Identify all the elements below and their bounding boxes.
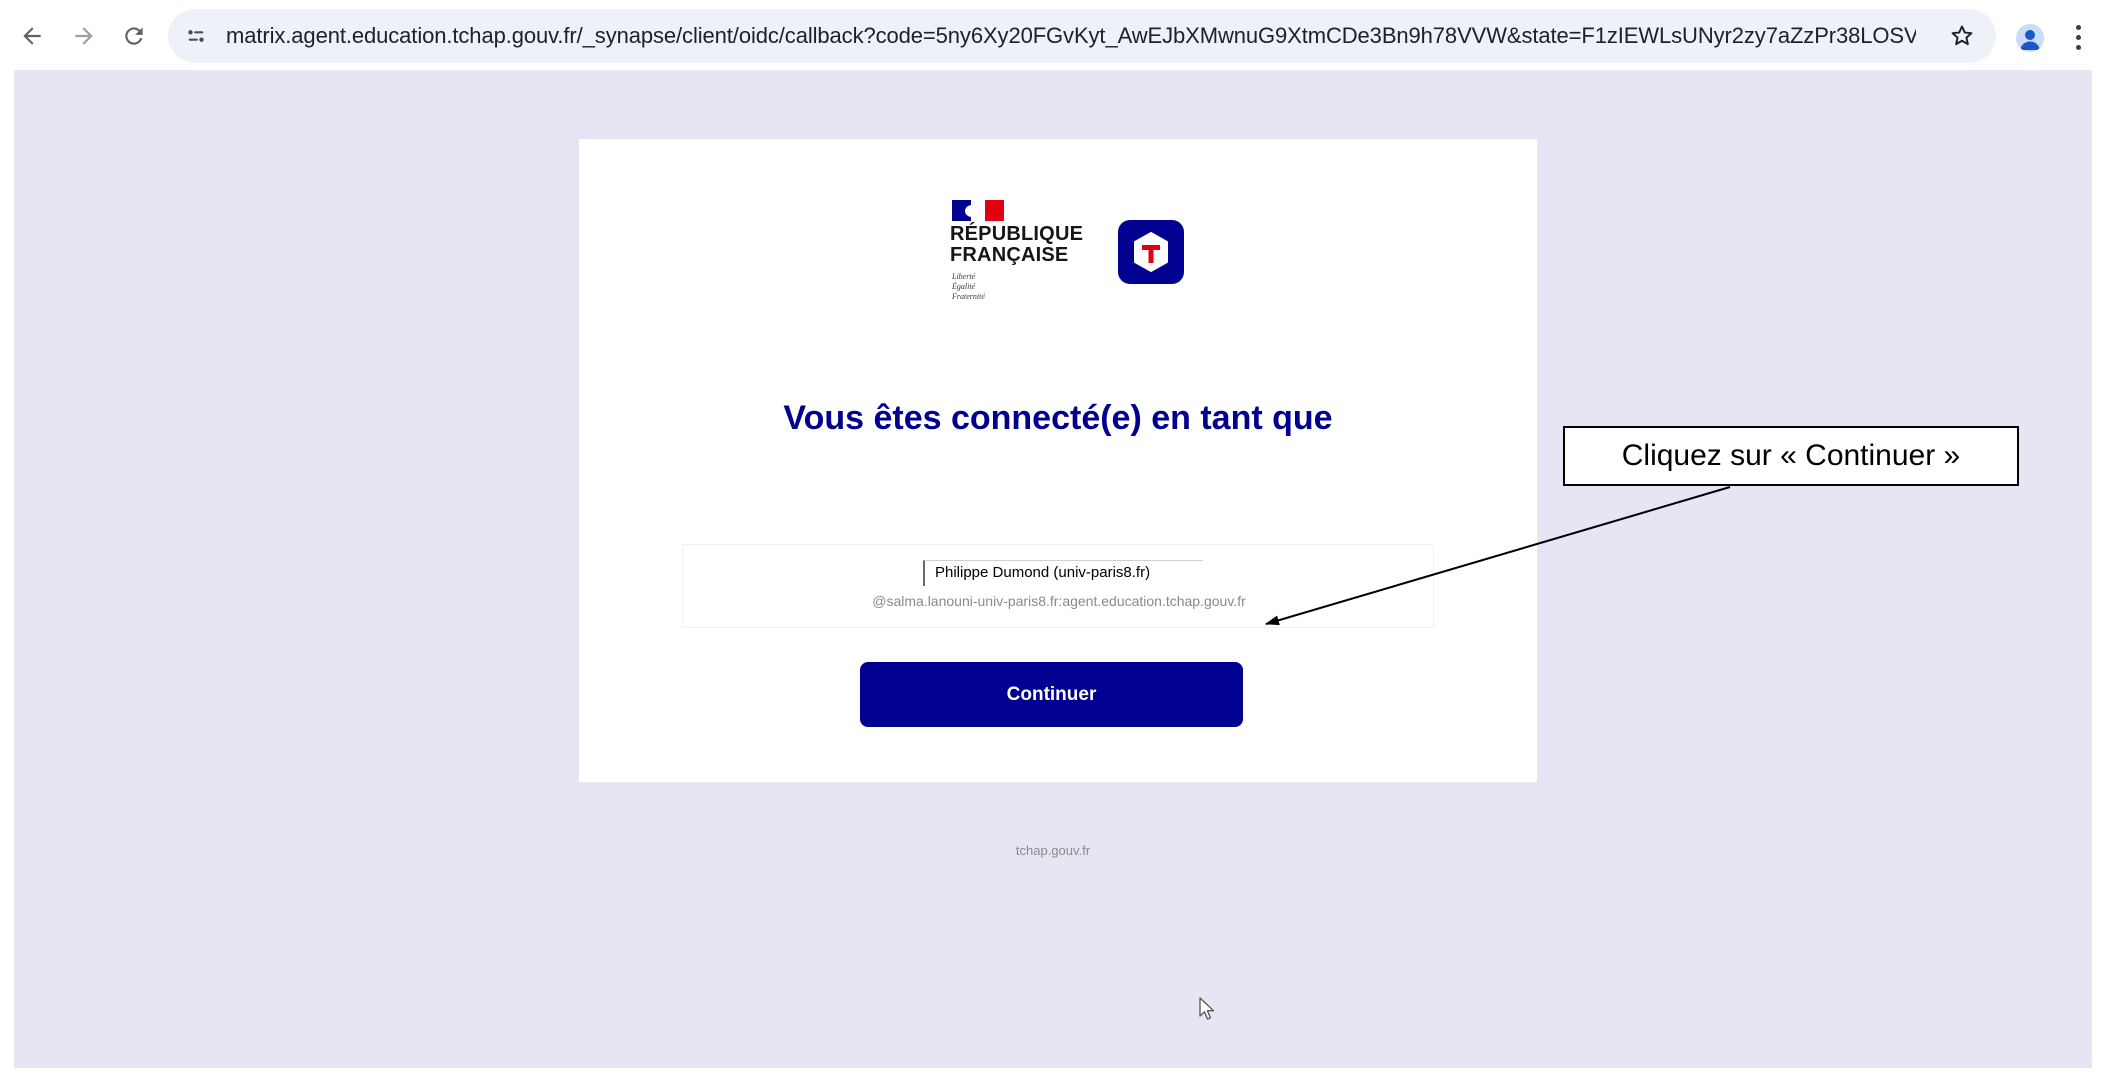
- logo-title-line2: FRANÇAISE: [950, 244, 1069, 266]
- more-menu-icon[interactable]: [2068, 20, 2088, 54]
- profile-avatar-icon[interactable]: [2016, 24, 2044, 52]
- logo-motto: Liberté Égalité Fraternité: [952, 272, 985, 301]
- display-name: Philippe Dumond (univ-paris8.fr): [923, 560, 1203, 586]
- footer-link[interactable]: tchap.gouv.fr: [14, 843, 2092, 858]
- page-viewport: RÉPUBLIQUE FRANÇAISE Liberté Égalité Fra…: [14, 70, 2092, 1068]
- arrow-right-icon: [75, 27, 93, 45]
- marianne-flag-icon: [952, 200, 1004, 221]
- arrow-left-icon: [23, 27, 41, 45]
- user-identity-box: Philippe Dumond (univ-paris8.fr) @salma.…: [682, 544, 1434, 628]
- reload-button[interactable]: [116, 18, 152, 54]
- tchap-icon: [1118, 220, 1184, 284]
- reload-icon: [125, 27, 143, 45]
- continue-button[interactable]: Continuer: [860, 662, 1243, 727]
- republique-francaise-logo: RÉPUBLIQUE FRANÇAISE Liberté Égalité Fra…: [950, 200, 1083, 316]
- page-title: Vous êtes connecté(e) en tant que: [783, 399, 1333, 437]
- callout-box: Cliquez sur « Continuer »: [1563, 426, 2019, 486]
- mouse-cursor-icon: [1199, 997, 1215, 1020]
- site-info-icon[interactable]: [182, 22, 210, 50]
- address-bar[interactable]: matrix.agent.education.tchap.gouv.fr/_sy…: [168, 9, 1996, 63]
- bookmark-star-icon[interactable]: [1946, 20, 1978, 52]
- logo-title-line1: RÉPUBLIQUE: [950, 223, 1084, 245]
- matrix-id: @salma.lanouni-univ-paris8.fr:agent.educ…: [872, 593, 1246, 609]
- back-button[interactable]: [14, 18, 50, 54]
- browser-toolbar: matrix.agent.education.tchap.gouv.fr/_sy…: [0, 0, 2104, 70]
- url-text[interactable]: matrix.agent.education.tchap.gouv.fr/_sy…: [226, 23, 1916, 49]
- forward-button[interactable]: [66, 18, 102, 54]
- login-card: RÉPUBLIQUE FRANÇAISE Liberté Égalité Fra…: [579, 139, 1537, 782]
